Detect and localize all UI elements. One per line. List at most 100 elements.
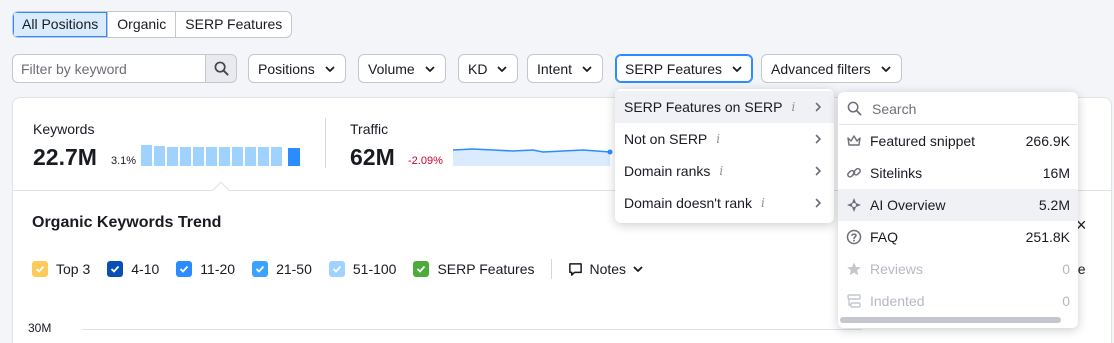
menu-item-label: Domain doesn't rank (624, 195, 752, 211)
serp-feature-label: Indented (870, 293, 925, 309)
position-tabs: All Positions Organic SERP Features (12, 11, 293, 38)
trend-title: Organic Keywords Trend (32, 214, 222, 231)
info-icon[interactable]: i (716, 132, 720, 146)
serp-feature-count: 16M (1042, 165, 1070, 181)
horizontal-scrollbar[interactable] (840, 317, 1061, 323)
chevron-down-icon (881, 66, 891, 72)
tab-serp-features[interactable]: SERP Features (176, 12, 291, 37)
checkbox-checked-icon[interactable] (328, 261, 345, 277)
chevron-down-icon (425, 66, 435, 72)
serp-feature-label: Featured snippet (870, 133, 976, 149)
chevron-down-icon (325, 66, 335, 72)
keywords-label: Keywords (33, 121, 95, 137)
serp-feature-faq[interactable]: FAQ 251.8K (838, 221, 1078, 253)
info-icon[interactable]: i (719, 164, 723, 178)
notes-label: Notes (589, 261, 627, 277)
keyword-filter-input[interactable] (12, 54, 205, 83)
keyword-search-button[interactable] (205, 54, 237, 83)
traffic-value: 62M (350, 144, 395, 170)
keywords-value: 22.7M (33, 144, 97, 170)
metrics-divider (325, 118, 326, 168)
legend-11-20[interactable]: 11-20 (176, 261, 235, 277)
ai-overview-icon (846, 197, 862, 213)
serp-feature-label: Sitelinks (870, 165, 923, 181)
checkbox-checked-icon[interactable] (413, 261, 430, 277)
chevron-down-icon (633, 266, 643, 272)
legend-serp-features-label: SERP Features (437, 261, 535, 277)
traffic-sparkline[interactable] (453, 142, 615, 166)
keywords-sparkline-bars[interactable] (141, 144, 303, 166)
crown-icon (846, 133, 862, 149)
legend-top3-label: Top 3 (56, 261, 91, 277)
submenu-search (839, 93, 1077, 125)
legend-11-20-label: 11-20 (200, 261, 236, 277)
checkbox-checked-icon[interactable] (32, 261, 48, 277)
serp-feature-count: 5.2M (1038, 197, 1070, 213)
serp-feature-count: 266.9K (1025, 133, 1070, 149)
submenu-search-input[interactable] (872, 100, 1052, 117)
legend-21-50[interactable]: 21-50 (252, 261, 312, 277)
menu-item-label: SERP Features on SERP (624, 99, 783, 115)
trend-legend: Top 3 4-10 11-20 21-50 51-100 SERP Featu… (32, 259, 644, 279)
traffic-label: Traffic (350, 121, 389, 137)
volume-dropdown[interactable]: Volume (358, 54, 446, 83)
serp-feature-sitelinks[interactable]: Sitelinks 16M (838, 157, 1078, 189)
legend-51-100-label: 51-100 (352, 261, 397, 277)
keywords-delta: 3.1% (111, 155, 137, 167)
serp-features-dropdown-label: SERP Features (625, 60, 723, 77)
serp-feature-label: Reviews (870, 261, 923, 277)
serp-feature-featured-snippet[interactable]: Featured snippet 266.9K (838, 125, 1078, 157)
search-icon (847, 101, 862, 116)
serp-features-submenu: Featured snippet 266.9K Sitelinks 16M AI… (838, 92, 1078, 328)
intent-dropdown-label: Intent (537, 60, 573, 77)
chevron-down-icon (582, 66, 592, 72)
intent-dropdown[interactable]: Intent (527, 54, 604, 83)
question-icon (846, 229, 862, 245)
legend-divider (551, 259, 553, 279)
tab-pointer (212, 181, 230, 199)
checkbox-checked-icon[interactable] (252, 261, 269, 277)
menu-item-domain-doesnt-rank[interactable]: Domain doesn't rank i (615, 187, 834, 219)
serp-feature-indented: Indented 0 (838, 285, 1078, 317)
menu-item-label: Not on SERP (624, 131, 708, 147)
serp-features-dropdown[interactable]: SERP Features (615, 54, 754, 83)
info-icon[interactable]: i (761, 196, 765, 210)
kd-dropdown[interactable]: KD (458, 54, 519, 83)
info-icon[interactable]: i (791, 100, 795, 114)
serp-feature-count: 251.8K (1025, 229, 1070, 245)
legend-4-10-label: 4-10 (131, 261, 160, 277)
positions-dropdown[interactable]: Positions (248, 54, 346, 83)
advanced-filters-dropdown-label: Advanced filters (771, 60, 871, 77)
y-axis-tick: 30M (28, 321, 52, 335)
legend-top3[interactable]: Top 3 (32, 261, 90, 277)
menu-item-serp-features-on-serp[interactable]: SERP Features on SERP i (615, 91, 834, 123)
serp-feature-count: 0 (1062, 293, 1070, 309)
serp-feature-ai-overview[interactable]: AI Overview 5.2M (838, 189, 1078, 221)
menu-item-not-on-serp[interactable]: Not on SERP i (615, 123, 834, 155)
checkbox-checked-icon[interactable] (107, 261, 124, 277)
legend-21-50-label: 21-50 (276, 261, 312, 277)
legend-4-10[interactable]: 4-10 (107, 261, 159, 277)
star-icon (846, 261, 862, 277)
serp-feature-label: FAQ (870, 229, 899, 245)
legend-51-100[interactable]: 51-100 (328, 261, 397, 277)
note-icon (569, 262, 583, 276)
chevron-down-icon (732, 66, 742, 72)
serp-feature-count: 0 (1062, 261, 1070, 277)
serp-feature-label: AI Overview (870, 197, 946, 213)
checkbox-checked-icon[interactable] (176, 261, 193, 277)
traffic-delta: -2.09% (408, 155, 443, 167)
notes-button[interactable]: Notes (568, 261, 644, 277)
volume-dropdown-label: Volume (368, 60, 415, 77)
search-icon (214, 61, 229, 76)
menu-item-domain-ranks[interactable]: Domain ranks i (615, 155, 834, 187)
chevron-right-icon (815, 102, 821, 112)
link-icon (846, 165, 862, 181)
tab-organic[interactable]: Organic (108, 12, 177, 37)
tab-all-positions[interactable]: All Positions (13, 12, 109, 37)
legend-serp-features[interactable]: SERP Features (413, 261, 534, 277)
kd-dropdown-label: KD (468, 60, 488, 77)
advanced-filters-dropdown[interactable]: Advanced filters (761, 54, 902, 83)
indented-icon (846, 293, 862, 309)
chevron-right-icon (815, 198, 821, 208)
